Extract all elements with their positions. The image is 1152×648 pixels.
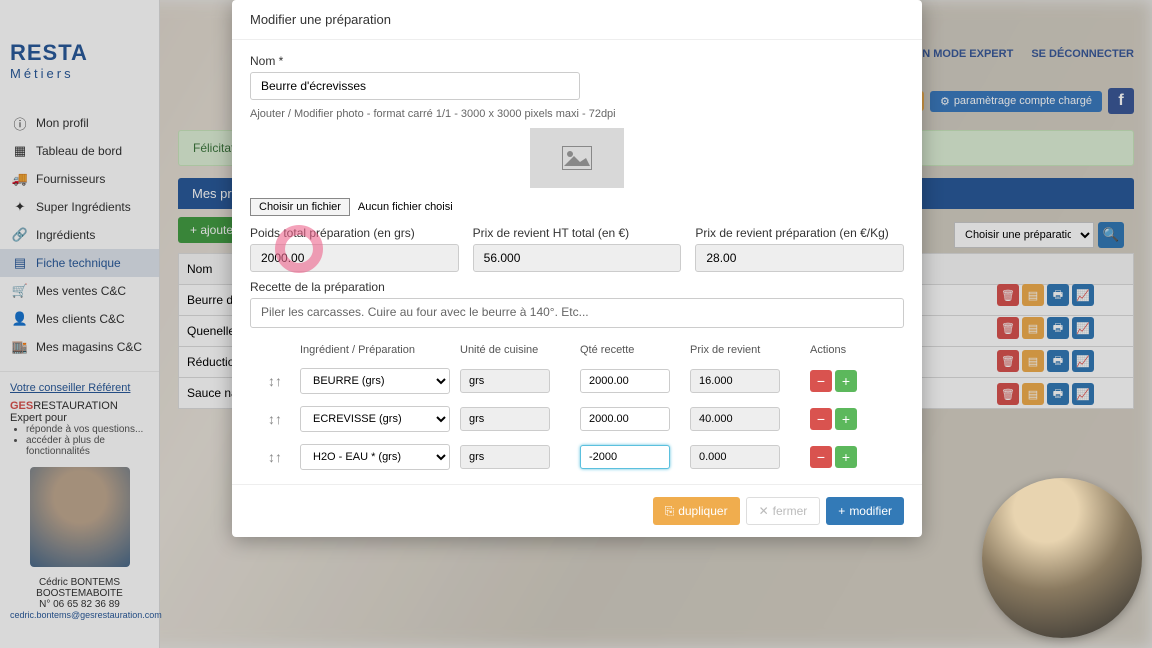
- unit-input[interactable]: [460, 369, 550, 393]
- add-button[interactable]: +: [835, 446, 857, 468]
- remove-button[interactable]: −: [810, 408, 832, 430]
- add-button[interactable]: +: [835, 408, 857, 430]
- webcam-overlay: [982, 478, 1142, 638]
- poids-input[interactable]: [250, 244, 459, 272]
- prix-kg-label: Prix de revient préparation (en €/Kg): [695, 226, 904, 240]
- qty-input[interactable]: [580, 369, 670, 393]
- drag-handle-icon[interactable]: ↕↑: [250, 373, 300, 389]
- prix-input[interactable]: [690, 369, 780, 393]
- poids-label: Poids total préparation (en grs): [250, 226, 459, 240]
- prix-kg-input[interactable]: [695, 244, 904, 272]
- prix-total-label: Prix de revient HT total (en €): [473, 226, 682, 240]
- unit-input[interactable]: [460, 407, 550, 431]
- modify-button[interactable]: +modifier: [826, 497, 904, 525]
- prix-input[interactable]: [690, 445, 780, 469]
- plus-icon: +: [838, 504, 845, 518]
- photo-placeholder[interactable]: [530, 128, 624, 188]
- prix-total-input[interactable]: [473, 244, 682, 272]
- close-icon: ✕: [759, 504, 769, 518]
- drag-handle-icon[interactable]: ↕↑: [250, 411, 300, 427]
- modal-title: Modifier une préparation: [232, 0, 922, 40]
- ingredients-header: Ingrédient / Préparation Unité de cuisin…: [250, 338, 904, 362]
- ingredient-row: ↕↑H2O - EAU * (grs) −+: [250, 438, 904, 476]
- prix-input[interactable]: [690, 407, 780, 431]
- ingredient-select[interactable]: ECREVISSE (grs): [300, 406, 450, 432]
- name-input[interactable]: [250, 72, 580, 100]
- unit-input[interactable]: [460, 445, 550, 469]
- photo-hint: Ajouter / Modifier photo - format carré …: [250, 108, 904, 120]
- ingredient-row: ↕↑ECREVISSE (grs) −+: [250, 400, 904, 438]
- add-button[interactable]: +: [835, 370, 857, 392]
- image-icon: [562, 146, 592, 170]
- copy-icon: ⎘: [665, 504, 675, 519]
- ingredient-row: ↕↑BEURRE (grs) −+: [250, 362, 904, 400]
- qty-input[interactable]: [580, 407, 670, 431]
- file-status: Aucun fichier choisi: [358, 201, 453, 213]
- qty-input[interactable]: [580, 445, 670, 469]
- edit-preparation-modal: Modifier une préparation Nom * Ajouter /…: [232, 0, 922, 537]
- duplicate-button[interactable]: ⎘dupliquer: [653, 497, 740, 525]
- name-label: Nom *: [250, 54, 904, 68]
- ingredient-select[interactable]: H2O - EAU * (grs): [300, 444, 450, 470]
- drag-handle-icon[interactable]: ↕↑: [250, 449, 300, 465]
- ingredient-select[interactable]: BEURRE (grs): [300, 368, 450, 394]
- remove-button[interactable]: −: [810, 370, 832, 392]
- remove-button[interactable]: −: [810, 446, 832, 468]
- recipe-label: Recette de la préparation: [250, 280, 904, 294]
- close-button[interactable]: ✕fermer: [746, 497, 821, 525]
- choose-file-button[interactable]: Choisir un fichier: [250, 198, 350, 216]
- recipe-textarea[interactable]: Piler les carcasses. Cuire au four avec …: [250, 298, 904, 328]
